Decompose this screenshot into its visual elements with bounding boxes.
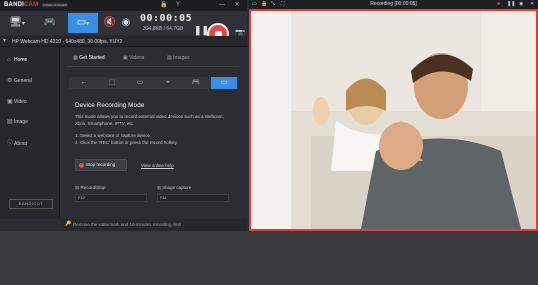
stop-recording-button[interactable]: Stop recording xyxy=(75,159,127,171)
screen-mode-button[interactable]: 🖥▾ xyxy=(2,13,32,33)
video-icon: ▣ xyxy=(7,99,13,105)
game-mode-icon[interactable]: 🎮 xyxy=(183,77,209,89)
bandicam-window: BANDICAM UNREGISTERED 🔒 Y — ✕ 🖥▾ 🎮 ▭▾ 🔇 … xyxy=(0,0,247,231)
device-mode-button[interactable]: ▭▾ xyxy=(68,13,98,33)
description-line-1: This mode allows you to record external … xyxy=(75,114,224,119)
camera-icon[interactable]: ◉ xyxy=(519,1,523,7)
footer-text: Remove the watermark and 10 minutes reco… xyxy=(73,222,181,227)
timer: 00:00:05 xyxy=(140,13,193,24)
image-capture-label: ▦ Image capture xyxy=(157,185,192,190)
sidebar-item-general[interactable]: ⚙ General xyxy=(7,77,32,84)
webcam-image xyxy=(251,11,536,229)
app-logo: BANDICAM xyxy=(4,2,39,8)
record-stop-hotkey-field[interactable]: F12 xyxy=(75,194,147,202)
file-size: 394.8KB / 64.7GB xyxy=(143,26,184,32)
home-icon: ⌂ xyxy=(7,57,11,63)
step-1: 1. Select a webcam or capture device. xyxy=(75,133,152,138)
sidebar-item-home[interactable]: ⌂ Home xyxy=(7,57,27,63)
device-info: HP Webcam HD 4310 - 640x480, 30.00fps, Y… xyxy=(12,39,123,45)
game-mode-button[interactable]: 🎮 xyxy=(36,13,64,33)
gear-icon: ⚙ xyxy=(7,78,13,84)
desktop-background xyxy=(0,231,538,285)
close-button[interactable]: ✕ xyxy=(233,1,241,9)
device-mode-icon[interactable]: ▭ xyxy=(211,77,237,89)
tab-videos[interactable]: ▣ Videos xyxy=(123,55,144,61)
recording-window: ▭ 🔒 ⤡ ⛶ Recording [00:00:05] ■ ❚❚ ◉ ✕ xyxy=(249,0,538,231)
lock-icon[interactable]: 🔒 xyxy=(160,1,168,9)
device-bar[interactable]: ▾ HP Webcam HD 4310 - 640x480, 30.00fps,… xyxy=(0,36,247,47)
image-icon: ▤ xyxy=(7,119,13,125)
fullscreen-mode-icon[interactable]: ▭ xyxy=(127,77,153,89)
tab-get-started[interactable]: ▦ Get Started xyxy=(73,55,105,61)
tab-images[interactable]: ▤ Images xyxy=(167,55,190,61)
recording-title-bar: ▭ 🔒 ⤡ ⛶ Recording [00:00:05] ■ ❚❚ ◉ ✕ xyxy=(249,0,538,9)
recording-title: Recording [00:00:05] xyxy=(370,1,417,7)
footer[interactable]: 🔑 Remove the watermark and 10 minutes re… xyxy=(61,219,247,231)
record-dot-icon[interactable]: ■ xyxy=(497,1,500,7)
cursor-mode-icon[interactable]: ⌖ xyxy=(155,77,181,89)
title-bar: BANDICAM UNREGISTERED 🔒 Y — ✕ xyxy=(0,0,247,11)
record-stop-label: ▦ Record/Stop xyxy=(75,185,106,190)
mode-bar: ← ⬚ ▭ ⌖ 🎮 ▭ xyxy=(69,77,239,89)
bandicut-button[interactable]: BANDICUT xyxy=(9,199,53,209)
description-line-2: Xbox, Smartphone, IPTV, etc. xyxy=(75,121,135,126)
minimize-button[interactable]: — xyxy=(218,1,226,9)
back-arrow-icon[interactable]: ← xyxy=(71,77,97,89)
info-icon: ⓘ xyxy=(7,141,14,147)
mode-title: Device Recording Mode xyxy=(75,102,145,109)
sidebar-item-video[interactable]: ▣Video xyxy=(7,98,27,105)
step-2: 2. Click the 'REC' button or press the r… xyxy=(75,140,178,145)
chevron-down-icon: ▾ xyxy=(3,38,7,44)
online-help-link[interactable]: View online help xyxy=(141,163,174,168)
webcam-preview xyxy=(249,9,538,231)
sidebar: ⌂ Home ⚙ General ▣Video ▤Image ⓘAbout BAND… xyxy=(0,47,60,219)
tab-divider xyxy=(67,66,239,67)
rectangle-mode-icon[interactable]: ⬚ xyxy=(99,77,125,89)
registration-badge: UNREGISTERED xyxy=(42,3,68,7)
toolbar: 🖥▾ 🎮 ▭▾ 🔇 ◉ 00:00:05 394.8KB / 64.7GB ❚❚… xyxy=(0,11,247,45)
main-content: ▦ Get Started ▣ Videos ▤ Images ← ⬚ ▭ ⌖ … xyxy=(61,47,247,219)
webcam-icon[interactable]: ◉ xyxy=(118,13,134,33)
key-icon: 🔑 xyxy=(65,221,72,227)
audio-icon[interactable]: 🔇 xyxy=(102,13,118,33)
pause-icon[interactable]: ❚❚ xyxy=(507,1,515,7)
record-dot-icon xyxy=(79,163,84,168)
sidebar-item-about[interactable]: ⓘAbout xyxy=(7,138,27,147)
key-icon[interactable]: Y xyxy=(174,1,182,9)
close-icon[interactable]: ✕ xyxy=(530,1,534,7)
image-capture-hotkey-field[interactable]: F11 xyxy=(157,194,229,202)
sidebar-item-image[interactable]: ▤Image xyxy=(7,118,28,125)
